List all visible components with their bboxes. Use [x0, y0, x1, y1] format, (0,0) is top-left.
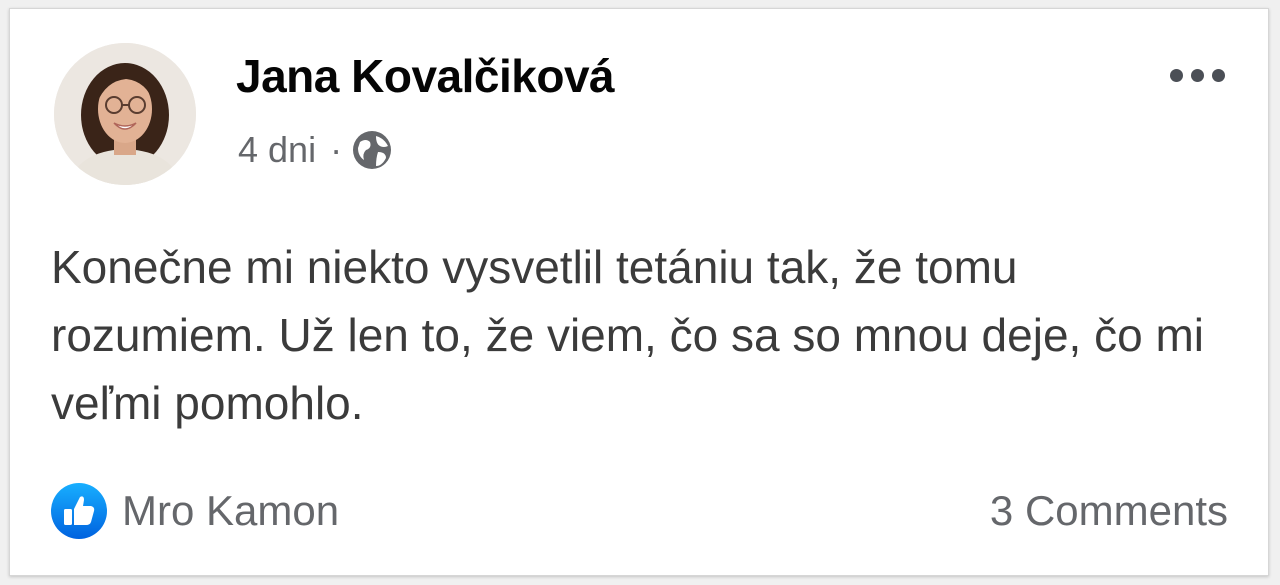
more-options-button[interactable]: [1156, 53, 1238, 97]
avatar[interactable]: [54, 43, 196, 185]
globe-icon[interactable]: [350, 128, 394, 172]
more-dot-icon: [1190, 68, 1204, 82]
reactions-summary[interactable]: Mro Kamon: [50, 479, 339, 543]
post-text: Konečne mi niekto vysvetlil tetániu tak,…: [51, 241, 1204, 429]
post-meta: 4 dni ·: [238, 127, 394, 173]
comments-count-link[interactable]: 3 Comments: [990, 479, 1228, 543]
post-timestamp[interactable]: 4 dni: [238, 129, 316, 171]
author-name[interactable]: Jana Kovalčiková: [236, 49, 615, 103]
post-card: Jana Kovalčiková 4 dni · Konečne mi niek…: [9, 8, 1269, 576]
meta-separator: ·: [330, 129, 343, 170]
like-icon: [51, 483, 107, 539]
more-dot-icon: [1211, 68, 1225, 82]
more-dot-icon: [1169, 68, 1183, 82]
reactor-name: Mro Kamon: [122, 487, 340, 534]
avatar-image: [54, 43, 196, 185]
